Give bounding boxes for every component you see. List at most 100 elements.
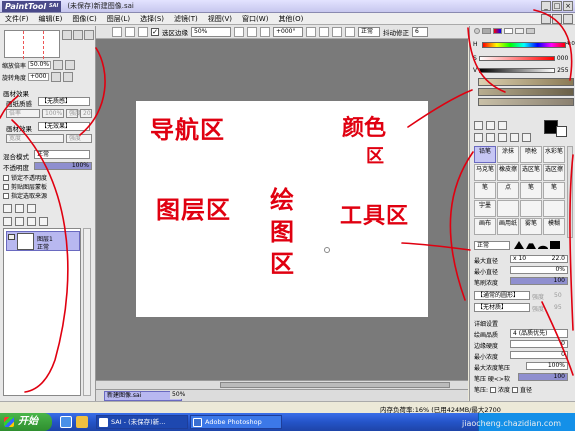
lock-opacity-row[interactable]: 锁定不透明度 [3, 173, 47, 182]
nav-zoom-out-button[interactable] [73, 30, 83, 40]
tool-paper[interactable]: 画用纸 [497, 218, 519, 235]
background-color[interactable] [556, 126, 567, 137]
navigator-rotation-value[interactable]: +000 [28, 73, 49, 81]
lock-opacity-checkbox[interactable] [3, 174, 9, 181]
minimize-button[interactable]: _ [541, 1, 551, 11]
tool-select-eraser[interactable]: 选区擦 [543, 164, 565, 181]
color-swatches[interactable] [478, 78, 574, 122]
doc-restore-button[interactable] [552, 14, 562, 24]
start-button[interactable]: 开始 [0, 413, 52, 431]
nav-rotate-minus-button[interactable] [50, 72, 61, 82]
tool-airbrush[interactable]: 喷枪 [520, 146, 542, 163]
menu-filter[interactable]: 滤镜(T) [169, 14, 203, 24]
copy-layer-icon[interactable] [3, 217, 12, 226]
zoom-select[interactable]: 50% [191, 26, 231, 37]
paper-strength-value[interactable]: 20 [80, 109, 92, 118]
brush-texture-select[interactable]: 【无材质】 [474, 303, 530, 312]
zoom-tool-icon[interactable] [486, 133, 495, 142]
doc-minimize-button[interactable] [541, 14, 551, 24]
maximize-button[interactable]: □ [552, 1, 562, 11]
menu-view[interactable]: 视图(V) [203, 14, 237, 24]
explorer-icon[interactable] [76, 416, 88, 428]
density-slider[interactable]: 100 [510, 277, 568, 285]
min-size-slider[interactable]: 0% [510, 266, 568, 274]
color-wheel-icon[interactable] [474, 28, 480, 34]
paper-scale-value[interactable]: 100% [42, 109, 64, 118]
material-width-field[interactable]: 宽度 [6, 134, 64, 143]
menu-file[interactable]: 文件(F) [0, 14, 34, 24]
eye-icon[interactable] [8, 234, 15, 240]
canvas-horizontal-scrollbar[interactable] [96, 380, 468, 389]
menu-canvas[interactable]: 图像(C) [67, 14, 101, 24]
tool-ink[interactable]: 宇墨 [474, 200, 496, 217]
hsv-slider-icon[interactable] [493, 28, 502, 34]
brush-shape-icon[interactable] [550, 241, 560, 249]
close-button[interactable]: × [563, 1, 573, 11]
brush-mode-select[interactable]: 正常 [474, 241, 510, 250]
ie-icon[interactable] [60, 416, 72, 428]
nav-zoom-in-button[interactable] [62, 30, 72, 40]
zoom-reset-button[interactable] [260, 26, 270, 37]
toolbar-redo-button[interactable] [125, 26, 135, 37]
merge-down-icon[interactable] [15, 217, 24, 226]
hand-tool-icon[interactable] [510, 133, 519, 142]
zoom-out-button[interactable] [234, 26, 244, 37]
eyedropper-icon[interactable] [522, 133, 531, 142]
clear-layer-icon[interactable] [27, 217, 36, 226]
taskbar-item-photoshop[interactable]: Adobe Photoshop [190, 415, 282, 429]
tool-blur[interactable]: 涂抹 [497, 146, 519, 163]
rgb-slider-icon[interactable] [482, 28, 491, 34]
new-folder-icon[interactable] [27, 204, 36, 213]
value-slider[interactable] [479, 68, 556, 73]
blend-mode-select[interactable]: 正常 [34, 150, 90, 159]
toolbar-deselect-button[interactable] [138, 26, 148, 37]
new-linework-layer-icon[interactable] [15, 204, 24, 213]
nav-rotate-plus-button[interactable] [62, 72, 73, 82]
tool-empty[interactable] [543, 200, 565, 217]
layer-row[interactable]: 图层1 正常 [6, 231, 80, 251]
selection-source-row[interactable]: 指定选取来源 [3, 191, 47, 200]
hue-bar[interactable] [482, 42, 566, 48]
max-pressure-slider[interactable]: 100% [526, 362, 568, 370]
brush-shape-icon[interactable] [526, 243, 536, 249]
edge-hardness-slider[interactable]: 0 [510, 340, 568, 348]
zoom-in-button[interactable] [247, 26, 257, 37]
rotate-right-button[interactable] [319, 26, 329, 37]
pressure-size-checkbox[interactable] [512, 386, 519, 393]
menu-selection[interactable]: 选择(S) [135, 14, 169, 24]
detail-settings-title[interactable]: 详细设置 [474, 319, 498, 328]
tool-brush[interactable]: 笔 [474, 182, 496, 199]
taskbar-item-sai[interactable]: SAI - (未保存)新... [96, 415, 188, 429]
quality-select[interactable]: 4 (品质优先) [510, 329, 568, 338]
stabilizer-select[interactable]: 6 [412, 26, 428, 37]
tool-eraser[interactable]: 橡皮擦 [497, 164, 519, 181]
max-size-slider[interactable]: x 10 22.0 [510, 255, 568, 263]
pressure-density-checkbox[interactable] [490, 386, 497, 393]
tool-grid-scrollbar[interactable] [567, 146, 573, 238]
navigator-zoom-value[interactable]: 50.0% [28, 61, 52, 69]
saturation-slider[interactable] [478, 56, 555, 61]
rotate-reset-button[interactable] [332, 26, 342, 37]
tool-dot[interactable]: 点 [497, 182, 519, 199]
tool-empty[interactable] [497, 200, 519, 217]
delete-layer-icon[interactable] [39, 217, 48, 226]
flip-button[interactable] [345, 26, 355, 37]
v-row[interactable]: V 255 [473, 67, 569, 74]
selection-source-checkbox[interactable] [3, 192, 9, 199]
magic-wand-icon[interactable] [498, 121, 507, 130]
tool-canvas[interactable]: 画布 [474, 218, 496, 235]
tool-select-pen[interactable]: 选区笔 [520, 164, 542, 181]
layer-list-scrollbar[interactable] [83, 228, 91, 396]
swatches-icon[interactable] [515, 28, 524, 34]
material-strength-field[interactable]: 强度 [66, 134, 92, 143]
move-tool-icon[interactable] [474, 133, 483, 142]
rotate-left-button[interactable] [306, 26, 316, 37]
scratchpad-icon[interactable] [526, 28, 535, 34]
lasso-tool-icon[interactable] [486, 121, 495, 130]
tool-watercolor[interactable]: 水彩笔 [543, 146, 565, 163]
clip-group-row[interactable]: 剪贴图层蒙板 [3, 182, 47, 191]
pressure-hardness-slider[interactable]: 100 [518, 373, 568, 381]
menu-edit[interactable]: 编辑(E) [34, 14, 68, 24]
s-row[interactable]: S 000 [473, 55, 568, 62]
material-effect-select[interactable]: 【无效果】 [38, 122, 90, 131]
